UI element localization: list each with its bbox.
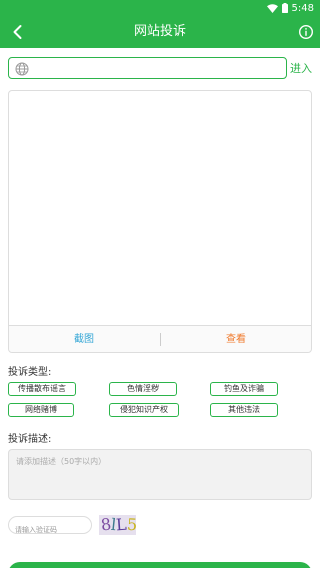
type-option-phishing[interactable]: 钓鱼及诈骗: [210, 382, 278, 396]
type-option-other[interactable]: 其他违法: [210, 403, 278, 417]
captcha-image[interactable]: 8lL5: [99, 515, 136, 535]
screenshot-actions: 截图 查看: [9, 325, 311, 352]
complaint-type-options: 传播散布谣言 色情淫秽 钓鱼及诈骗 网络赌博 侵犯知识产权 其他违法: [8, 382, 312, 418]
description-input[interactable]: [9, 450, 311, 499]
status-time: 5:48: [291, 2, 314, 14]
wifi-icon: [266, 3, 278, 13]
type-option-gambling[interactable]: 网络赌博: [8, 403, 74, 417]
status-icons: 5:48: [266, 2, 314, 14]
view-button[interactable]: 查看: [161, 326, 311, 353]
captcha-input[interactable]: [9, 522, 91, 539]
battery-icon: [281, 3, 288, 13]
info-button[interactable]: [298, 24, 314, 40]
description-label: 投诉描述:: [8, 434, 52, 445]
complaint-type-label: 投诉类型:: [8, 367, 52, 378]
capture-button[interactable]: 截图: [9, 326, 159, 353]
globe-icon: [15, 61, 29, 76]
description-field: [8, 449, 312, 500]
screenshot-panel: 截图 查看: [8, 90, 312, 353]
captcha-char: 5: [126, 515, 136, 535]
screenshot-preview: [9, 91, 311, 325]
url-row: 进入: [8, 57, 312, 79]
go-button[interactable]: 进入: [290, 60, 312, 76]
url-input[interactable]: [35, 59, 283, 77]
submit-button[interactable]: [8, 562, 312, 568]
page-title: 网站投诉: [133, 24, 186, 39]
info-circle-icon: [298, 24, 314, 40]
type-option-ip-infringement[interactable]: 侵犯知识产权: [109, 403, 179, 417]
captcha-field: [8, 516, 92, 539]
status-bar: 5:48: [0, 0, 320, 16]
app-bar: 网站投诉: [0, 16, 320, 48]
type-option-pornography[interactable]: 色情淫秽: [109, 382, 177, 396]
type-option-rumor[interactable]: 传播散布谣言: [8, 382, 76, 396]
url-field: [8, 57, 287, 79]
